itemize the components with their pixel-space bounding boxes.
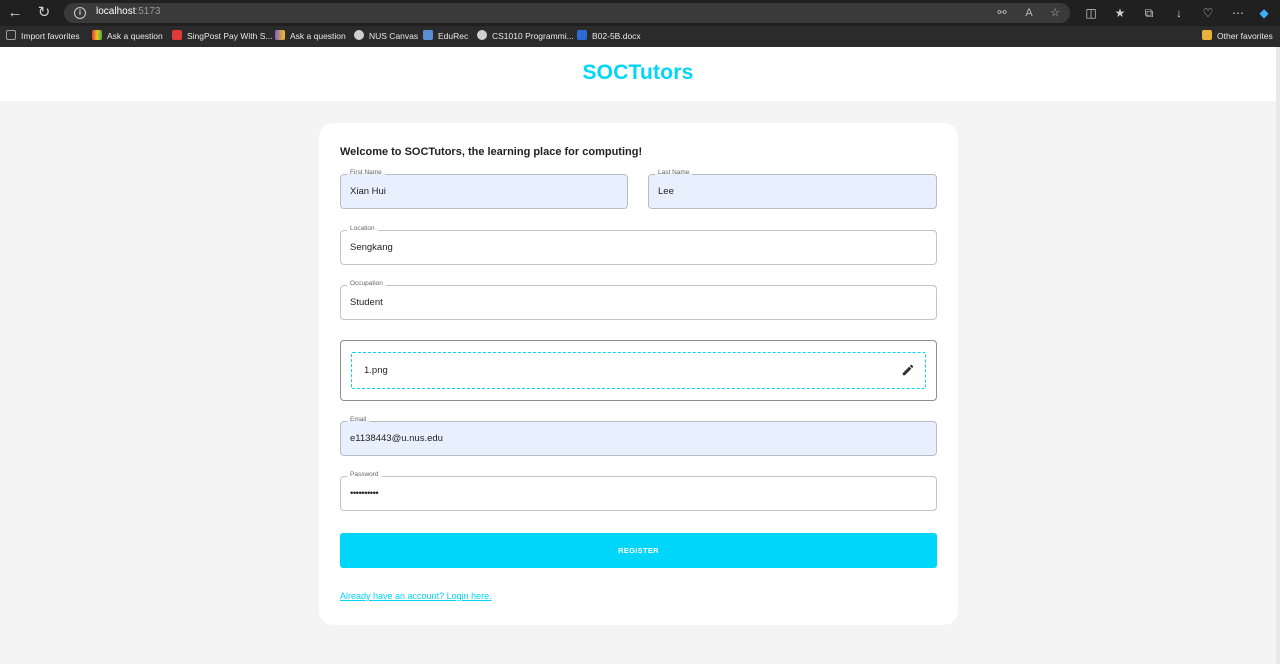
collections-icon[interactable]: ⧉ [1139,3,1159,23]
bookmark-ask-question-1[interactable]: Ask a question [92,29,163,44]
email-label: Email [347,415,370,425]
health-icon[interactable]: ♡ [1198,3,1218,23]
register-card: Welcome to SOCTutors, the learning place… [319,123,958,625]
read-aloud-icon[interactable]: A [1021,5,1037,21]
email-value: e1138443@u.nus.edu [350,433,443,444]
bookmark-favicon [172,30,182,40]
downloads-icon[interactable]: ↓ [1169,3,1189,23]
info-icon[interactable]: i [74,7,86,19]
bookmark-edurec[interactable]: EduRec [423,29,468,44]
other-favorites[interactable]: Other favorites [1202,29,1273,44]
address-bar[interactable]: i localhost:5173 ⚯ A ☆ [64,3,1070,23]
welcome-heading: Welcome to SOCTutors, the learning place… [340,146,643,158]
first-name-value: Xian Hui [350,186,386,197]
location-field[interactable]: Location Sengkang [340,224,937,265]
bookmark-import-favorites[interactable]: Import favorites [6,29,80,44]
bookmark-cs1010[interactable]: CS1010 Programmi... [477,29,574,44]
password-value: •••••••••• [350,488,379,499]
login-link[interactable]: Already have an account? Login here. [340,591,492,601]
favorite-star-icon[interactable]: ☆ [1047,5,1063,21]
occupation-label: Occupation [347,279,386,289]
last-name-label: Last Name [655,168,693,178]
picture-upload: 1.png [340,340,937,401]
url-text: localhost:5173 [96,6,161,17]
bookmark-docx[interactable]: B02-5B.docx [577,29,641,44]
bookmark-favicon [92,30,102,40]
bookmarks-bar: Import favorites Ask a question SingPost… [0,26,1280,47]
email-field[interactable]: Email e1138443@u.nus.edu [340,415,937,456]
more-options-icon[interactable]: ⋯ [1228,3,1248,23]
first-name-label: First Name [347,168,385,178]
split-screen-icon[interactable]: ◫ [1081,3,1101,23]
password-label: Password [347,470,382,480]
word-icon [577,30,587,40]
bookmark-singpost[interactable]: SingPost Pay With S... [172,29,273,44]
register-button[interactable]: REGISTER [340,533,937,568]
favorites-icon[interactable]: ★ [1110,3,1130,23]
last-name-field[interactable]: Last Name Lee [648,168,937,209]
location-label: Location [347,224,378,234]
import-icon [6,30,16,40]
brand-title[interactable]: SOCTutors [0,61,1276,85]
bookmark-nus-canvas[interactable]: NUS Canvas [354,29,418,44]
app-header: SOCTutors [0,47,1276,101]
location-value: Sengkang [350,242,393,253]
back-icon[interactable]: ← [4,3,26,23]
bookmark-favicon [423,30,433,40]
occupation-field[interactable]: Occupation Student [340,279,937,320]
uploaded-file-name: 1.png [364,365,388,376]
occupation-value: Student [350,297,383,308]
bookmark-favicon [354,30,364,40]
browser-titlebar: ← ↻ i localhost:5173 ⚯ A ☆ ◫ ★ ⧉ ↓ ♡ ⋯ ◆ [0,0,1280,26]
password-field[interactable]: Password •••••••••• [340,470,937,511]
copilot-icon[interactable]: ◆ [1254,3,1274,23]
pencil-icon[interactable] [901,363,915,377]
scrollbar[interactable] [1276,47,1280,664]
last-name-value: Lee [658,186,674,197]
bookmark-ask-question-2[interactable]: Ask a question [275,29,346,44]
dropzone[interactable]: 1.png [351,352,926,389]
folder-icon [1202,30,1212,40]
bookmark-favicon [275,30,285,40]
first-name-field[interactable]: First Name Xian Hui [340,168,628,209]
key-icon[interactable]: ⚯ [994,5,1010,21]
refresh-icon[interactable]: ↻ [33,3,55,23]
bookmark-favicon [477,30,487,40]
